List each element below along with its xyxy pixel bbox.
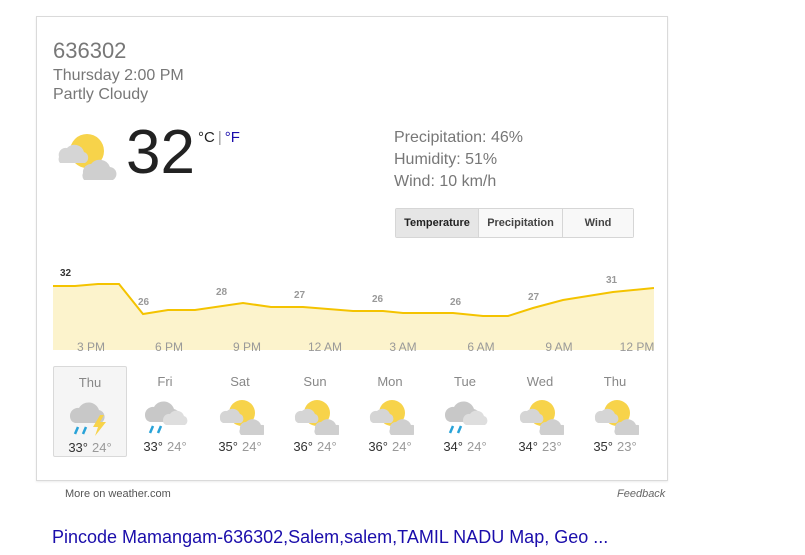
temp-label-2: 28 — [216, 287, 228, 298]
unit-separator: | — [217, 129, 222, 146]
day-name: Thu — [603, 374, 627, 389]
weather-condition: Partly Cloudy — [53, 86, 149, 103]
day-low: 24° — [392, 439, 412, 454]
precipitation-stat: Precipitation: 46% — [394, 129, 523, 146]
unit-toggle: °C | °F — [198, 129, 240, 146]
hour-axis: 3 PM 6 PM 9 PM 12 AM 3 AM 6 AM 9 AM 12 P… — [53, 340, 654, 356]
tab-precipitation[interactable]: Precipitation — [479, 209, 563, 237]
day-name: Wed — [526, 374, 554, 389]
temp-label-7: 31 — [606, 275, 618, 286]
day-forecast-fri[interactable]: Fri 33° 24° — [128, 366, 202, 457]
weather-card: 636302 Thursday 2:00 PM Partly Cloudy 32… — [36, 16, 668, 481]
fahrenheit-link[interactable]: °F — [225, 129, 240, 146]
temp-label-5: 26 — [450, 297, 462, 308]
temp-label-6: 27 — [528, 292, 540, 303]
day-forecast-wed[interactable]: Wed 34° 23° — [503, 366, 577, 457]
celsius-unit: °C — [198, 129, 215, 146]
day-high: 34° — [443, 439, 463, 454]
temp-label-3: 27 — [294, 290, 306, 301]
day-high: 33° — [143, 439, 163, 454]
rain-icon — [444, 401, 488, 434]
rain-icon — [144, 401, 188, 434]
tab-temperature[interactable]: Temperature — [396, 209, 479, 237]
source-link[interactable]: More on weather.com — [65, 488, 171, 500]
day-forecast-thu-next[interactable]: Thu 35° 23° — [578, 366, 652, 457]
temp-label-1: 26 — [138, 297, 150, 308]
feedback-link[interactable]: Feedback — [617, 488, 665, 500]
partly-cloudy-icon — [594, 400, 639, 435]
day-forecast-mon[interactable]: Mon 36° 24° — [353, 366, 427, 457]
temperature-chart: 32 26 28 27 26 26 27 31 — [53, 268, 654, 350]
thunderstorm-icon — [69, 402, 106, 436]
partly-cloudy-icon — [58, 134, 117, 180]
day-high: 33° — [68, 440, 88, 455]
date-time: Thursday 2:00 PM — [53, 67, 184, 84]
day-high: 35° — [218, 439, 238, 454]
day-name: Tue — [454, 374, 476, 389]
current-temperature: 32 — [126, 118, 195, 187]
partly-cloudy-icon — [219, 400, 264, 435]
day-forecast-tue[interactable]: Tue 34° 24° — [428, 366, 502, 457]
tab-wind[interactable]: Wind — [563, 209, 633, 237]
chart-tabs: Temperature Precipitation Wind — [395, 208, 634, 238]
search-result-title[interactable]: Pincode Mamangam-636302,Salem,salem,TAMI… — [52, 527, 608, 548]
temp-label-0: 32 — [60, 268, 72, 279]
hour-label: 12 AM — [307, 340, 343, 354]
hour-label: 3 AM — [389, 340, 417, 354]
wind-stat: Wind: 10 km/h — [394, 173, 497, 190]
humidity-stat: Humidity: 51% — [394, 151, 498, 168]
location-title: 636302 — [53, 38, 127, 63]
hour-label: 6 AM — [467, 340, 495, 354]
day-forecast-sun[interactable]: Sun 36° 24° — [278, 366, 352, 457]
day-high: 35° — [593, 439, 613, 454]
hour-label: 12 PM — [619, 340, 654, 354]
day-low: 24° — [167, 439, 187, 454]
partly-cloudy-icon — [369, 400, 414, 435]
day-high: 34° — [518, 439, 538, 454]
day-name: Thu — [78, 375, 102, 390]
partly-cloudy-icon — [519, 400, 564, 435]
day-low: 23° — [542, 439, 562, 454]
hour-label: 3 PM — [76, 340, 105, 354]
day-high: 36° — [368, 439, 388, 454]
hour-label: 6 PM — [154, 340, 183, 354]
temp-label-4: 26 — [372, 294, 384, 305]
day-forecast-sat[interactable]: Sat 35° 24° — [203, 366, 277, 457]
day-low: 24° — [317, 439, 337, 454]
day-low: 23° — [617, 439, 637, 454]
day-forecast-thu[interactable]: Thu 33° 24° — [53, 366, 127, 457]
day-low: 24° — [92, 440, 112, 455]
partly-cloudy-icon — [294, 400, 339, 435]
weather-stats: Precipitation: 46% Humidity: 51% Wind: 1… — [394, 127, 523, 193]
day-name: Fri — [157, 374, 173, 389]
day-name: Sun — [303, 374, 327, 389]
day-high: 36° — [293, 439, 313, 454]
day-name: Mon — [377, 374, 403, 389]
hour-label: 9 AM — [545, 340, 573, 354]
day-name: Sat — [230, 374, 250, 389]
day-low: 24° — [467, 439, 487, 454]
daily-forecast: Thu 33° 24° Fri 33° 24° Sat 35° 24° Sun … — [53, 366, 654, 458]
hour-label: 9 PM — [232, 340, 261, 354]
day-low: 24° — [242, 439, 262, 454]
